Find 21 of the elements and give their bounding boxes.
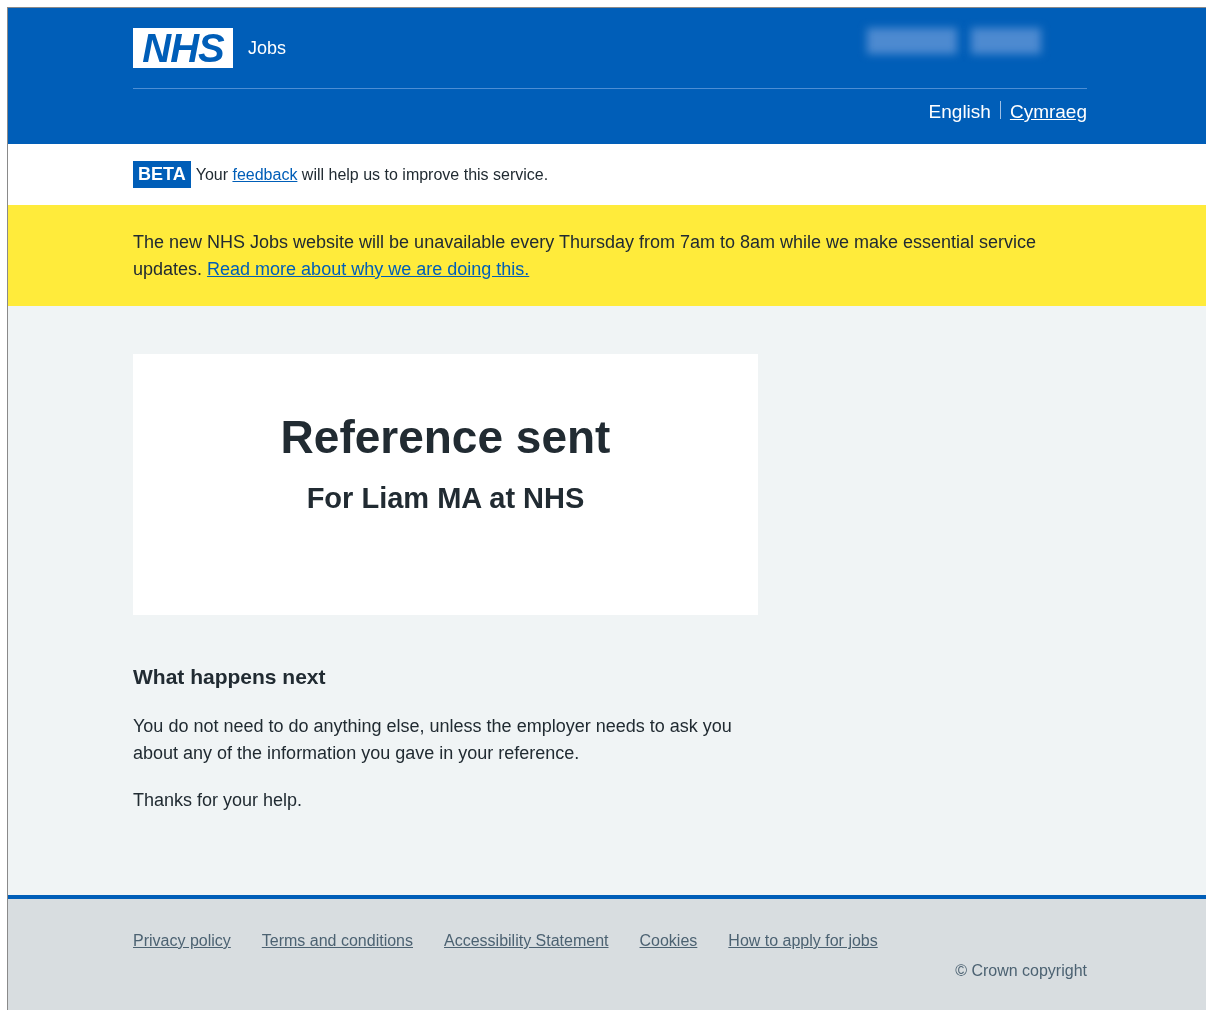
- panel-subtitle: For Liam MA at NHS: [305, 482, 586, 515]
- body-text: Thanks for your help.: [133, 789, 304, 812]
- blurred-text: [971, 28, 1041, 54]
- language-link[interactable]: Cymraeg: [1009, 101, 1087, 123]
- nhs-logo[interactable]: NHS: [133, 28, 233, 68]
- panel-title: Reference sent: [279, 410, 612, 465]
- body-text: You do not need to do anything else, unless the employer needs to ask you about any of the information you gave in your reference.: [133, 715, 733, 765]
- notice-message: The new NHS Jobs website will be unavailable every Thursday from 7am to 8am while we make essential service updates. Read more about why we are doing this.: [133, 231, 1038, 281]
- beta-message: Your feedback will help us to improve this service.: [195, 165, 549, 184]
- footer-link[interactable]: Cookies: [639, 932, 698, 950]
- footer-link[interactable]: Accessibility Statement: [444, 932, 609, 950]
- language-link[interactable]: English: [928, 101, 991, 123]
- footer-link[interactable]: How to apply for jobs: [728, 932, 878, 950]
- beta-tag: BETA: [133, 161, 191, 188]
- read-more-link[interactable]: Read more about why we are doing this.: [207, 259, 530, 279]
- footer-link[interactable]: Privacy policy: [133, 932, 231, 950]
- feedback-link[interactable]: feedback: [232, 165, 298, 183]
- section-heading: What happens next: [133, 665, 327, 689]
- footer-link[interactable]: Terms and conditions: [261, 932, 413, 950]
- copyright-text: © Crown copyright: [955, 962, 1087, 980]
- service-name: Jobs: [248, 37, 287, 59]
